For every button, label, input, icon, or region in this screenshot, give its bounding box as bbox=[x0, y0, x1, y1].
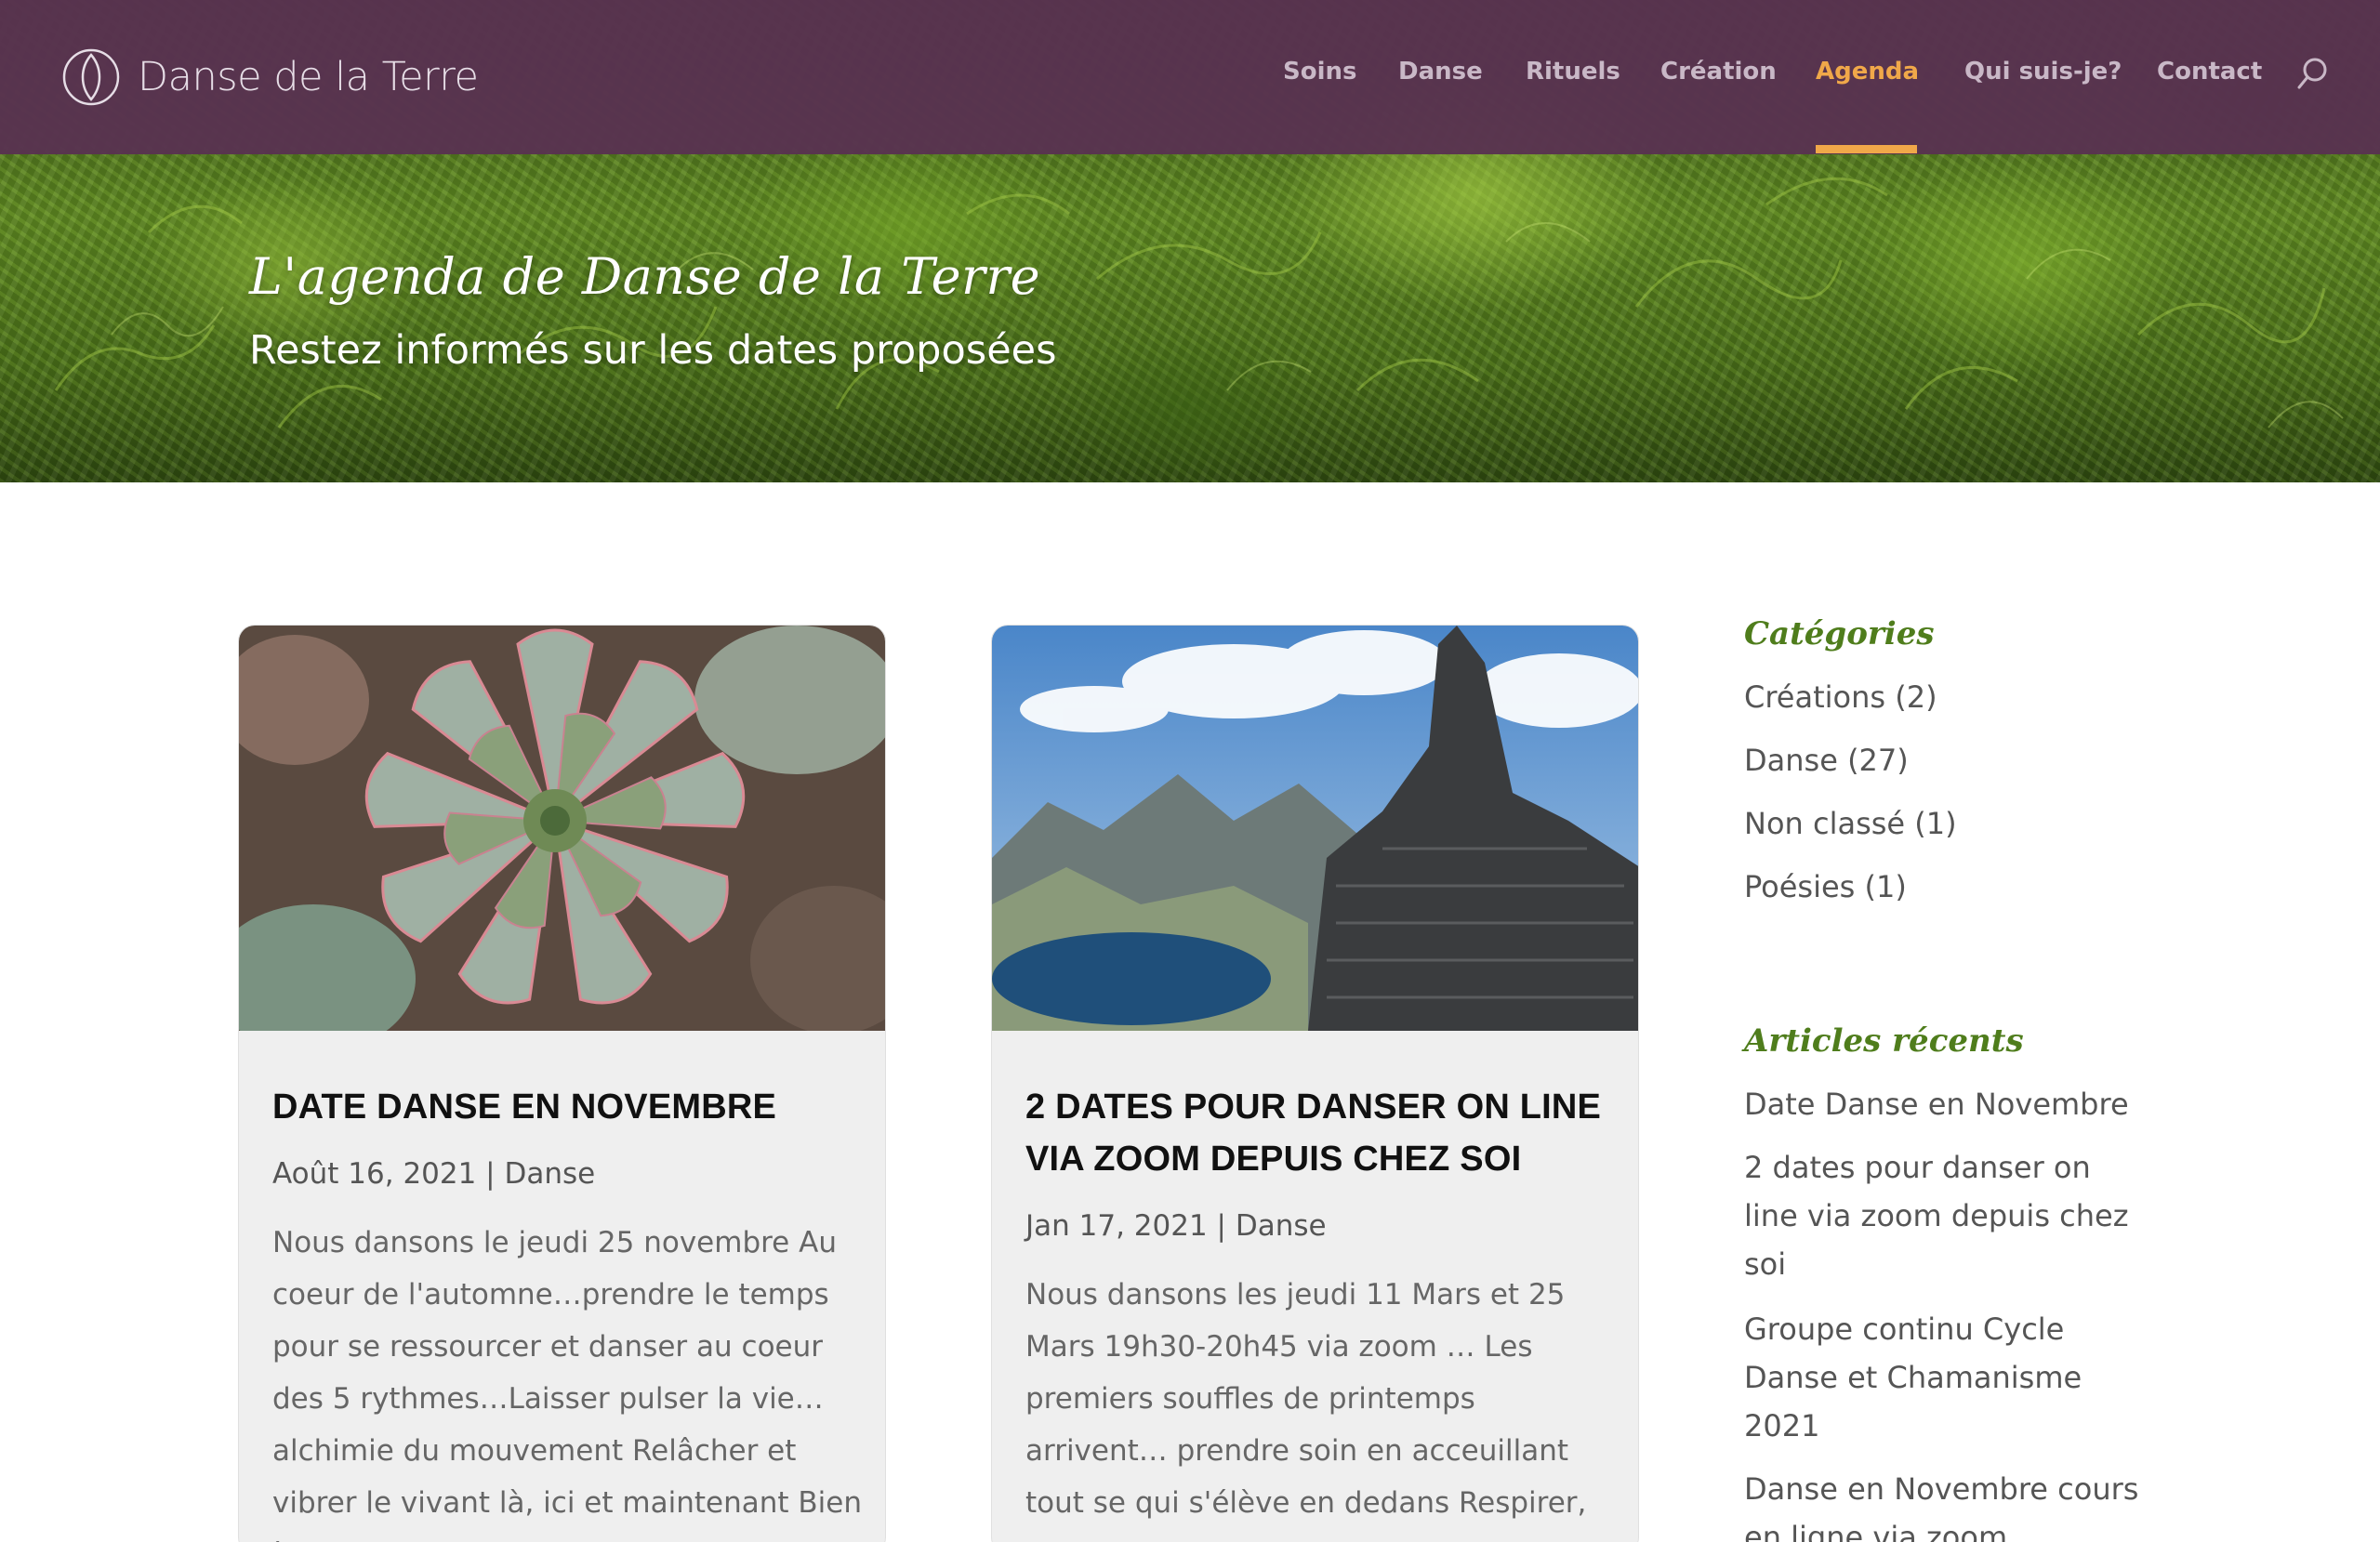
post-card: 2 dates pour danser on line via zoom dep… bbox=[991, 625, 1639, 1542]
leaf-logo-icon bbox=[62, 48, 120, 106]
recent-post-link[interactable]: Groupe continu Cycle Danse et Chamanisme… bbox=[1744, 1305, 2153, 1450]
nav-item-creation[interactable]: Création bbox=[1660, 58, 1777, 86]
nav-item-contact[interactable]: Contact bbox=[2157, 58, 2262, 86]
recent-post-link[interactable]: Danse en Novembre cours en ligne via zoo… bbox=[1744, 1465, 2153, 1542]
nav-item-danse[interactable]: Danse bbox=[1398, 58, 1483, 86]
category-link-creations[interactable]: Créations (2) bbox=[1744, 673, 2153, 721]
page-subtitle: Restez informés sur les dates proposées bbox=[249, 327, 1057, 374]
nav-item-agenda[interactable]: Agenda bbox=[1816, 58, 1919, 86]
recent-post-link[interactable]: 2 dates pour danser on line via zoom dep… bbox=[1744, 1143, 2153, 1288]
categories-widget-title: Catégories bbox=[1744, 615, 1935, 652]
post-meta: Jan 17, 2021 | Danse bbox=[1025, 1209, 1327, 1243]
nav-item-rituels[interactable]: Rituels bbox=[1526, 58, 1620, 86]
post-card: Date Danse en Novembre Août 16, 2021 | D… bbox=[238, 625, 886, 1542]
post-title[interactable]: Date Danse en Novembre bbox=[272, 1081, 858, 1133]
page-title: L'agenda de Danse de la Terre bbox=[249, 247, 1041, 306]
post-title[interactable]: 2 dates pour danser on line via zoom dep… bbox=[1025, 1081, 1611, 1185]
post-image-succulent[interactable] bbox=[239, 626, 886, 1031]
site-logo-link[interactable]: Danse de la Terre bbox=[61, 46, 479, 109]
category-link-poesies[interactable]: Poésies (1) bbox=[1744, 863, 2153, 911]
site-logo-text: Danse de la Terre bbox=[138, 54, 479, 100]
post-excerpt: Nous dansons le jeudi 25 novembre Au coe… bbox=[272, 1226, 862, 1542]
post-meta: Août 16, 2021 | Danse bbox=[272, 1157, 596, 1191]
nav-item-soins[interactable]: Soins bbox=[1283, 58, 1357, 86]
recent-posts-widget-title: Articles récents bbox=[1744, 1022, 2024, 1060]
site-header: Danse de la Terre Soins Danse Rituels Cr… bbox=[0, 0, 2380, 154]
search-icon[interactable] bbox=[2296, 56, 2330, 91]
recent-post-link[interactable]: Date Danse en Novembre bbox=[1744, 1080, 2153, 1128]
post-image-mountain-lake[interactable] bbox=[992, 626, 1639, 1031]
nav-active-indicator bbox=[1816, 145, 1917, 153]
category-link-non-classe[interactable]: Non classé (1) bbox=[1744, 799, 2153, 848]
post-excerpt: Nous dansons les jeudi 11 Mars et 25 Mar… bbox=[1025, 1278, 1587, 1542]
nav-item-qui-suis-je[interactable]: Qui suis-je? bbox=[1964, 58, 2122, 86]
category-link-danse[interactable]: Danse (27) bbox=[1744, 736, 2153, 784]
